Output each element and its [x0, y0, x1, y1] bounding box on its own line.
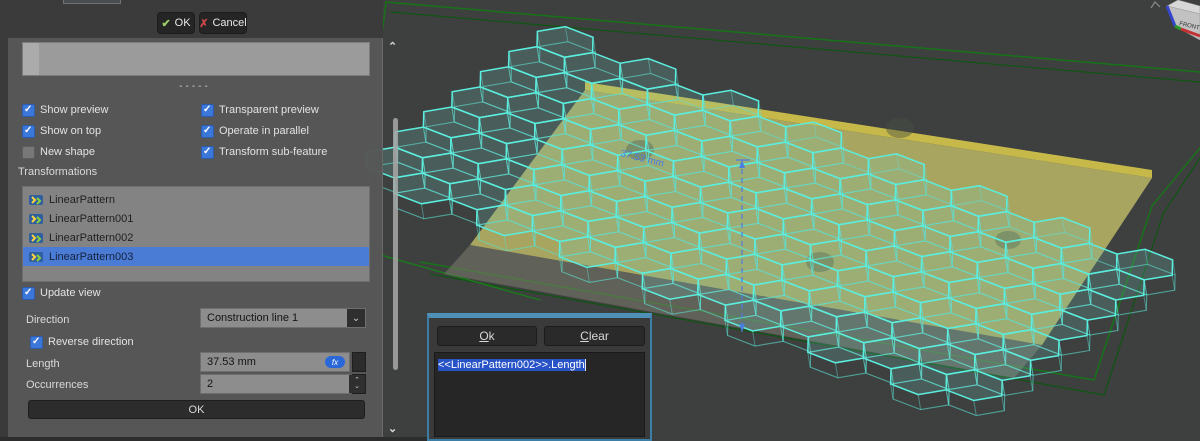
checkbox-transform-sub-feature[interactable]	[201, 145, 214, 159]
task-ok-button[interactable]: ✔ OK	[157, 12, 195, 34]
scroll-down-icon[interactable]: ⌄	[388, 422, 397, 435]
label-update-view: Update view	[40, 287, 101, 299]
list-item-label: LinearPattern003	[49, 250, 134, 263]
cancel-x-icon: ✗	[199, 17, 209, 30]
ok-check-icon: ✔	[161, 17, 171, 30]
app-window: 37.53 mm FRONT ✔ OK ✗ Cancel ----- ✓ Sho…	[0, 0, 1200, 441]
linear-pattern-icon	[29, 232, 43, 243]
transformations-list: LinearPattern LinearPattern001 LinearPat…	[22, 186, 370, 282]
checkbox-new-shape[interactable]	[22, 145, 35, 159]
occurrences-label: Occurrences	[26, 379, 89, 391]
list-item-label: LinearPattern	[49, 193, 116, 206]
list-item-linearpattern001[interactable]: LinearPattern001	[23, 209, 369, 228]
label-transform-sub-feature: Transform sub-feature	[219, 146, 328, 158]
task-cancel-button[interactable]: ✗ Cancel	[199, 12, 247, 34]
separator-dashes: -----	[179, 81, 211, 92]
label-operate-in-parallel: Operate in parallel	[219, 125, 309, 137]
chevron-down-icon[interactable]: ⌄	[347, 309, 365, 327]
checkbox-update-view[interactable]	[22, 286, 35, 300]
label-transparent-preview: Transparent preview	[219, 104, 319, 116]
scrollbar-thumb[interactable]	[393, 118, 398, 370]
direction-value: Construction line 1	[207, 312, 299, 324]
task-panel: ----- Show preview Show on top New shape…	[8, 38, 383, 437]
formula-editor-dialog: Ok Clear <<LinearPattern002>>.Length	[427, 313, 652, 441]
checkbox-reverse-direction[interactable]	[30, 335, 43, 349]
expression-selected-text: <<LinearPattern002>>.Length	[438, 359, 586, 371]
spinner-arrows-icon[interactable]: ⌃ ⌄	[349, 375, 365, 393]
list-item-label: LinearPattern002	[49, 231, 134, 244]
empty-group-box	[22, 42, 370, 76]
formula-clear-button[interactable]: Clear	[544, 326, 645, 346]
checkbox-operate-in-parallel[interactable]	[201, 124, 214, 138]
list-item-label: LinearPattern001	[49, 212, 134, 225]
length-input[interactable]: 37.53 mm fx	[200, 352, 350, 372]
transformations-label: Transformations	[18, 166, 98, 178]
length-label: Length	[26, 358, 60, 370]
formula-clear-label: Clear	[580, 329, 609, 343]
expression-text-area[interactable]: <<LinearPattern002>>.Length	[434, 352, 645, 437]
window-bottom-edge	[0, 437, 430, 441]
length-value: 37.53 mm	[207, 356, 256, 368]
checkbox-show-preview[interactable]	[22, 103, 35, 117]
list-item-linearpattern002[interactable]: LinearPattern002	[23, 228, 369, 247]
formula-ok-label: Ok	[479, 329, 495, 343]
linear-pattern-icon	[29, 213, 43, 224]
expression-fx-icon[interactable]: fx	[325, 356, 345, 368]
checkbox-transparent-preview[interactable]	[201, 103, 214, 117]
label-new-shape: New shape	[40, 146, 96, 158]
length-side-button[interactable]	[352, 352, 366, 372]
scroll-up-icon[interactable]: ⌃	[388, 40, 397, 53]
label-show-preview: Show preview	[40, 104, 109, 116]
linear-pattern-icon	[29, 251, 43, 262]
linear-pattern-icon	[29, 194, 43, 205]
window-left-edge	[0, 38, 8, 441]
label-reverse-direction: Reverse direction	[48, 336, 134, 348]
checkbox-show-on-top[interactable]	[22, 124, 35, 138]
task-ok-label: OK	[174, 17, 191, 29]
group-box-left-column	[23, 43, 39, 75]
occurrences-input[interactable]: 2	[200, 374, 350, 394]
direction-label: Direction	[26, 314, 70, 326]
menu-remnant	[63, 0, 121, 4]
occurrences-value: 2	[207, 378, 214, 390]
list-item-linearpattern003-selected[interactable]: LinearPattern003	[23, 247, 369, 266]
occurrences-spinner[interactable]: ⌃ ⌄	[349, 374, 366, 394]
panel-ok-button[interactable]: OK	[28, 400, 365, 419]
task-cancel-label: Cancel	[212, 17, 247, 29]
direction-combobox[interactable]: Construction line 1 ⌄	[200, 308, 366, 328]
panel-ok-label: OK	[188, 403, 205, 416]
panel-scrollbar[interactable]: ⌃ ⌄	[383, 38, 408, 437]
list-item-linearpattern[interactable]: LinearPattern	[23, 190, 369, 209]
label-show-on-top: Show on top	[40, 125, 102, 137]
formula-ok-button[interactable]: Ok	[437, 326, 537, 346]
